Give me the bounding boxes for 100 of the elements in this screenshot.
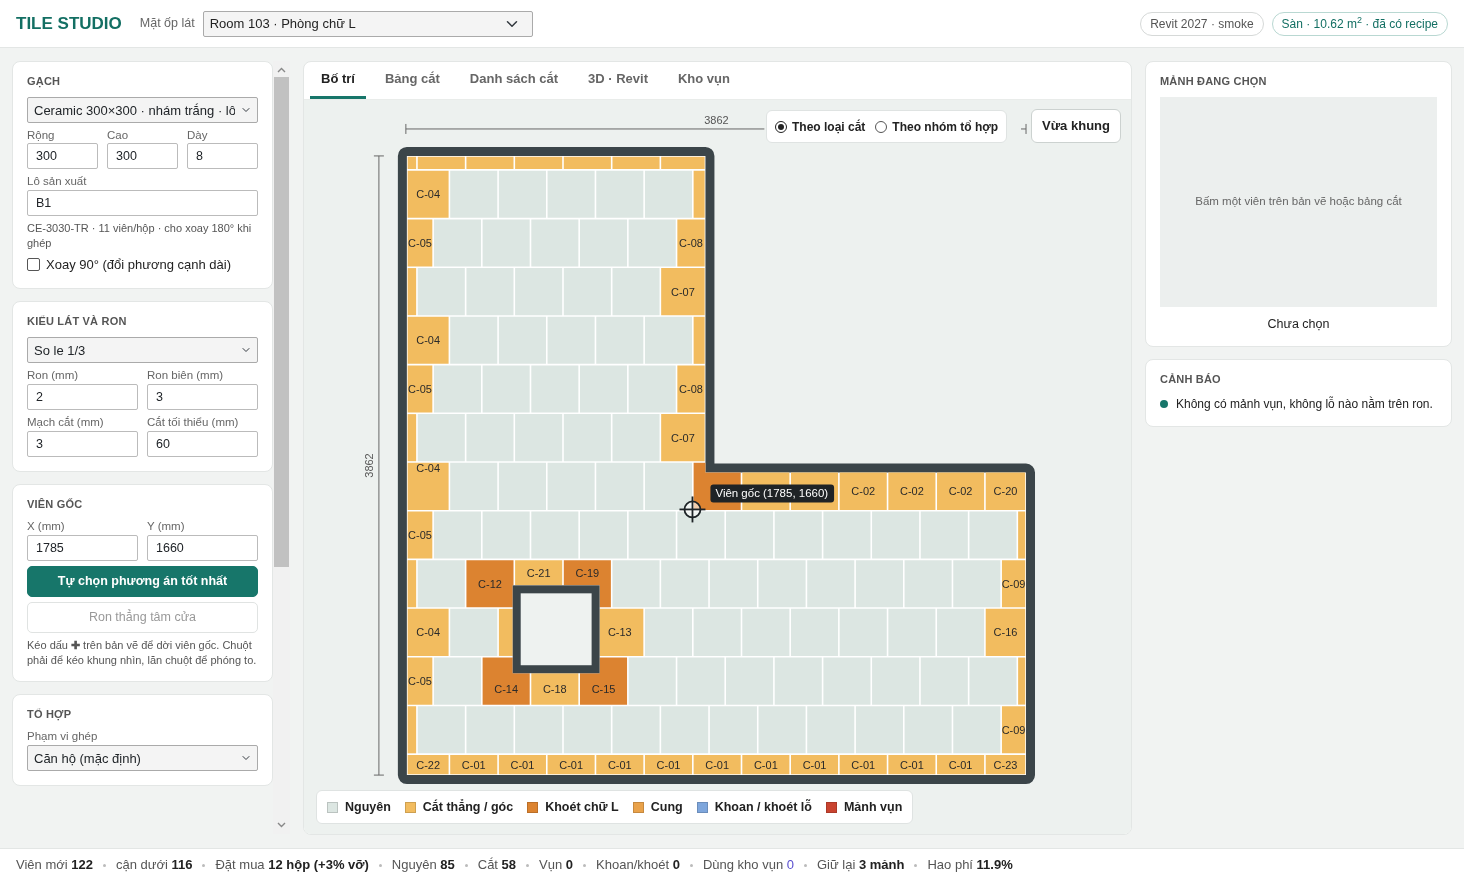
- tile[interactable]: [742, 608, 790, 656]
- tab[interactable]: Kho vụn: [667, 62, 741, 99]
- cut-tile[interactable]: [677, 365, 705, 413]
- tile[interactable]: [628, 219, 676, 267]
- tile[interactable]: [920, 511, 968, 559]
- tile[interactable]: [693, 608, 741, 656]
- dropdown[interactable]: Căn hộ (mặc định): [27, 745, 258, 772]
- radio-label[interactable]: Theo nhóm tổ hợp: [892, 117, 999, 136]
- cut-tile[interactable]: [693, 316, 705, 364]
- cut-tile[interactable]: [407, 462, 449, 510]
- tile[interactable]: [563, 414, 611, 462]
- tile[interactable]: [758, 560, 806, 608]
- tile[interactable]: [937, 608, 985, 656]
- scroll-down-icon[interactable]: [277, 822, 286, 828]
- tile[interactable]: [531, 365, 579, 413]
- tile[interactable]: [433, 511, 481, 559]
- tile[interactable]: [579, 511, 628, 559]
- fit-button[interactable]: Vừa khung: [1031, 109, 1121, 143]
- tile[interactable]: [417, 414, 465, 462]
- tile[interactable]: [677, 657, 725, 705]
- tile[interactable]: [644, 462, 692, 510]
- tile[interactable]: [482, 365, 530, 413]
- l-cut-tile[interactable]: [466, 560, 514, 608]
- tile[interactable]: [482, 511, 530, 559]
- tile[interactable]: [920, 657, 968, 705]
- button[interactable]: Tự chọn phương án tốt nhất: [27, 566, 258, 598]
- cut-tile[interactable]: [985, 472, 1026, 510]
- tile[interactable]: [596, 316, 644, 364]
- tile[interactable]: [596, 462, 644, 510]
- input-field[interactable]: 60: [147, 430, 258, 457]
- cut-tile[interactable]: [888, 472, 936, 510]
- tile[interactable]: [774, 657, 822, 705]
- tile[interactable]: [466, 706, 514, 754]
- cut-tile[interactable]: [407, 365, 433, 413]
- crosshair-icon[interactable]: [678, 495, 707, 524]
- input-field[interactable]: 300: [107, 143, 178, 170]
- tile[interactable]: [888, 608, 936, 656]
- input-field[interactable]: 1660: [147, 535, 258, 562]
- tile[interactable]: [515, 268, 563, 316]
- input-field[interactable]: 2: [27, 383, 138, 410]
- tile[interactable]: [466, 414, 514, 462]
- tile[interactable]: [498, 170, 546, 218]
- tile[interactable]: [450, 170, 498, 218]
- l-cut-tile[interactable]: [579, 657, 628, 705]
- tile[interactable]: [417, 560, 465, 608]
- tile[interactable]: [579, 365, 628, 413]
- tile[interactable]: [466, 268, 514, 316]
- tile[interactable]: [563, 706, 611, 754]
- tile[interactable]: [531, 219, 579, 267]
- tile[interactable]: [904, 706, 952, 754]
- tile[interactable]: [855, 706, 903, 754]
- radio-label[interactable]: Theo loại cắt: [792, 117, 866, 136]
- tile[interactable]: [547, 170, 595, 218]
- tile[interactable]: [612, 414, 660, 462]
- tile[interactable]: [450, 462, 498, 510]
- cut-tile[interactable]: [1001, 706, 1026, 754]
- radio-button[interactable]: [875, 120, 888, 133]
- cut-tile[interactable]: [839, 472, 887, 510]
- tile[interactable]: [531, 511, 579, 559]
- cut-tile[interactable]: [661, 268, 705, 316]
- cut-tile[interactable]: [407, 414, 417, 462]
- cut-tile[interactable]: [1018, 511, 1026, 559]
- tile[interactable]: [433, 365, 481, 413]
- tile[interactable]: [433, 219, 481, 267]
- dropdown[interactable]: Room 103 · Phòng chữ L: [202, 10, 533, 37]
- cut-tile[interactable]: [693, 170, 705, 218]
- cut-tile[interactable]: [407, 608, 449, 656]
- tile[interactable]: [498, 316, 546, 364]
- tile[interactable]: [953, 706, 1001, 754]
- input-field[interactable]: B1: [27, 190, 258, 217]
- tile[interactable]: [612, 560, 660, 608]
- tile[interactable]: [612, 268, 660, 316]
- tile[interactable]: [628, 365, 676, 413]
- cut-tile[interactable]: [985, 608, 1026, 656]
- tile[interactable]: [596, 170, 644, 218]
- tile[interactable]: [953, 560, 1001, 608]
- tab[interactable]: Bảng cắt: [373, 62, 451, 99]
- scrollbar-thumb[interactable]: [274, 77, 289, 567]
- tile[interactable]: [417, 706, 465, 754]
- tile[interactable]: [482, 219, 530, 267]
- tile[interactable]: [872, 511, 920, 559]
- tile[interactable]: [579, 219, 628, 267]
- tile[interactable]: [677, 511, 725, 559]
- tile[interactable]: [855, 560, 903, 608]
- tile[interactable]: [807, 560, 855, 608]
- input-field[interactable]: 1785: [27, 535, 138, 562]
- tile[interactable]: [969, 511, 1017, 559]
- tile[interactable]: [709, 706, 757, 754]
- cut-tile[interactable]: [407, 511, 433, 559]
- tile[interactable]: [644, 316, 692, 364]
- tile[interactable]: [547, 462, 595, 510]
- l-cut-tile[interactable]: [482, 657, 530, 705]
- tab[interactable]: 3D · Revit: [577, 62, 659, 99]
- tile[interactable]: [791, 608, 839, 656]
- tile[interactable]: [726, 511, 774, 559]
- cut-tile[interactable]: [407, 316, 449, 364]
- tile[interactable]: [450, 316, 498, 364]
- cut-tile[interactable]: [515, 560, 563, 586]
- dropdown[interactable]: So le 1/3: [27, 336, 258, 363]
- tile[interactable]: [758, 706, 806, 754]
